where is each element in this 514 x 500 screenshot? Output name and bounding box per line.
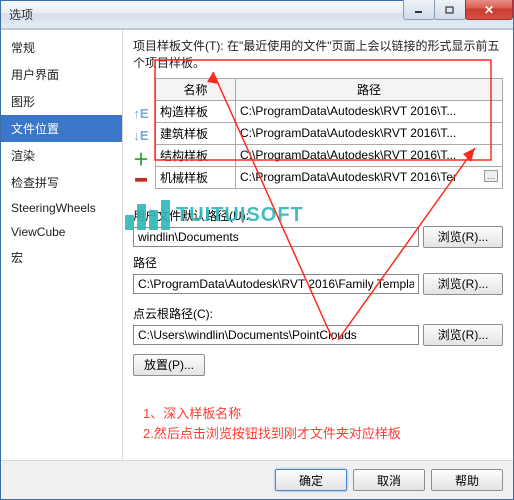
sidebar-item-macros[interactable]: 宏: [1, 244, 122, 271]
sidebar-item-graphics[interactable]: 图形: [1, 88, 122, 115]
titlebar: 选项 ✕: [1, 1, 513, 29]
annotation-text: 1、深入样板名称 2.然后点击浏览按钮找到刚才文件夹对应样板: [133, 404, 503, 446]
sidebar-item-general[interactable]: 常规: [1, 34, 122, 61]
user-files-section: 用户文件默认路径(U): 浏览(R)...: [133, 207, 503, 248]
family-input[interactable]: [133, 274, 419, 294]
move-up-icon[interactable]: ↑E: [133, 106, 149, 122]
sidebar-item-file-locations[interactable]: 文件位置: [1, 115, 122, 142]
close-button[interactable]: ✕: [465, 0, 513, 20]
template-description: 项目样板文件(T): 在"最近使用的文件"页面上会以链接的形式显示前五个项目样板…: [133, 38, 503, 72]
browse-button[interactable]: 浏览(R)...: [423, 324, 503, 346]
window-title: 选项: [9, 6, 33, 23]
sidebar-item-render[interactable]: 渲染: [1, 142, 122, 169]
cancel-button[interactable]: 取消: [353, 469, 425, 491]
sidebar-item-steeringwheels[interactable]: SteeringWheels: [1, 196, 122, 220]
maximize-button[interactable]: [434, 0, 466, 20]
table-row[interactable]: 机械样板 C:\ProgramData\Autodesk\RVT 2016\Te…: [156, 166, 503, 188]
sidebar-item-ui[interactable]: 用户界面: [1, 61, 122, 88]
family-label: 路径: [133, 254, 503, 271]
template-table[interactable]: 名称 路径 构造样板 C:\ProgramData\Autodesk\RVT 2…: [155, 78, 503, 189]
pointcloud-section: 点云根路径(C): 浏览(R)...: [133, 305, 503, 346]
add-row-icon[interactable]: ＋: [133, 150, 149, 166]
table-row[interactable]: 构造样板 C:\ProgramData\Autodesk\RVT 2016\T.…: [156, 100, 503, 122]
template-table-area: ↑E ↓E ＋ ━ 名称 路径 构造样板: [133, 78, 503, 189]
cell-browse-icon[interactable]: …: [484, 170, 498, 182]
content: 常规 用户界面 图形 文件位置 渲染 检查拼写 SteeringWheels V…: [1, 29, 513, 460]
sidebar-item-spellcheck[interactable]: 检查拼写: [1, 169, 122, 196]
minimize-button[interactable]: [403, 0, 435, 20]
ok-button[interactable]: 确定: [275, 469, 347, 491]
move-down-icon[interactable]: ↓E: [133, 128, 149, 144]
pointcloud-input[interactable]: [133, 325, 419, 345]
family-templates-section: 路径 浏览(R)...: [133, 254, 503, 295]
table-tools: ↑E ↓E ＋ ━: [133, 78, 151, 188]
col-name: 名称: [156, 78, 236, 100]
user-files-label: 用户文件默认路径(U):: [133, 207, 503, 224]
table-row[interactable]: 结构样板 C:\ProgramData\Autodesk\RVT 2016\T.…: [156, 144, 503, 166]
browse-button[interactable]: 浏览(R)...: [423, 226, 503, 248]
sidebar: 常规 用户界面 图形 文件位置 渲染 检查拼写 SteeringWheels V…: [1, 30, 123, 460]
user-files-input[interactable]: [133, 227, 419, 247]
sidebar-item-viewcube[interactable]: ViewCube: [1, 220, 122, 244]
place-button[interactable]: 放置(P)...: [133, 354, 205, 376]
browse-button[interactable]: 浏览(R)...: [423, 273, 503, 295]
remove-row-icon[interactable]: ━: [133, 172, 149, 188]
table-row[interactable]: 建筑样板 C:\ProgramData\Autodesk\RVT 2016\T.…: [156, 122, 503, 144]
dialog-footer: 确定 取消 帮助: [1, 460, 513, 499]
pointcloud-label: 点云根路径(C):: [133, 305, 503, 322]
help-button[interactable]: 帮助: [431, 469, 503, 491]
col-path: 路径: [236, 78, 503, 100]
options-dialog: 选项 ✕ 常规 用户界面 图形 文件位置 渲染 检查拼写 SteeringWhe…: [0, 0, 514, 500]
window-controls: ✕: [404, 0, 513, 20]
main-panel: 项目样板文件(T): 在"最近使用的文件"页面上会以链接的形式显示前五个项目样板…: [123, 30, 513, 460]
